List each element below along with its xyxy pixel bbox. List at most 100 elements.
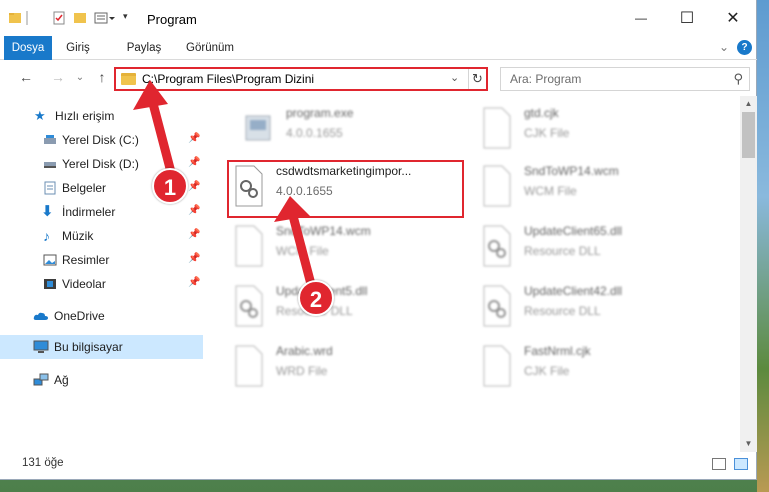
documents-icon [43,181,57,195]
file-explorer-window: ▾ Program — ☐ ✕ Dosya Giriş Paylaş Görün… [0,0,757,480]
sidebar-item-label: OneDrive [54,309,105,323]
expand-ribbon-icon[interactable]: ⌄ [719,40,729,54]
divider-icon [26,11,28,25]
file-name: FastNrml.cjk [524,344,591,358]
pictures-icon [43,253,57,267]
file-name: program.exe [286,106,354,120]
scroll-down-icon[interactable]: ▼ [740,436,757,452]
file-list: program.exe 4.0.0.1655 gtd.cjk CJK File … [210,96,740,446]
navigation-bar: ← → ⌄ ↑ C:\Program Files\Program Dizini … [0,62,757,94]
sidebar-item-label: Müzik [62,229,94,243]
sidebar-item-quick-access[interactable]: ★ Hızlı erişim [0,104,203,128]
customize-toolbar-icon[interactable] [94,11,115,25]
refresh-icon[interactable]: ↻ [468,69,486,89]
close-button[interactable]: ✕ [710,0,756,36]
computer-icon [33,340,49,354]
cloud-icon [33,309,48,323]
step2-badge: 2 [298,280,334,316]
item-count: 131 öğe [22,457,64,469]
tab-gorunum[interactable]: Görünüm [182,36,238,60]
search-placeholder: Ara: Program [510,72,582,86]
scroll-thumb[interactable] [742,112,755,158]
minimize-button[interactable]: — [618,0,664,36]
window-title: Program [147,12,197,27]
search-input[interactable]: Ara: Program ⚲ [500,67,750,91]
sidebar-item-label: Yerel Disk (D:) [62,157,139,171]
sidebar-item-label: Belgeler [62,181,107,195]
large-icons-view-icon[interactable] [734,458,748,470]
music-icon: ♪ [43,228,50,244]
properties-icon[interactable] [52,11,66,25]
ribbon-tabs: Dosya Giriş Paylaş Görünüm ⌄ [0,36,757,60]
sidebar-item-label: İndirmeler [62,205,116,219]
file-type: WCM File [276,244,329,258]
file-item[interactable]: SndToWP14.wcm WCM File [210,218,440,274]
sidebar-item-this-pc[interactable]: Bu bilgisayar [0,335,203,359]
sidebar-item-network[interactable]: Ağ [0,368,203,392]
file-item[interactable]: SndToWP14.wcm WCM File [458,158,688,214]
new-folder-icon[interactable] [73,11,87,25]
settings-file-icon [480,284,514,328]
tab-dosya[interactable]: Dosya [4,36,52,60]
navigation-pane: ★ Hızlı erişim Yerel Disk (C:) 📌 Yerel D… [0,96,203,446]
back-arrow-icon[interactable]: ← [16,67,36,87]
exe-file-icon [242,106,276,150]
document-icon [232,224,266,268]
file-name: gtd.cjk [524,106,559,120]
search-icon: ⚲ [733,71,743,86]
sidebar-item-music[interactable]: ♪ Müzik 📌 [0,224,203,248]
star-icon: ★ [34,108,46,123]
file-item[interactable]: UpdateClient65.dll Resource DLL [458,218,688,274]
tab-paylas[interactable]: Paylaş [120,36,168,60]
file-item[interactable]: program.exe 4.0.0.1655 [220,100,450,156]
videos-icon [43,277,57,291]
file-type: Resource DLL [524,304,601,318]
sidebar-item-onedrive[interactable]: OneDrive [0,304,203,328]
tab-giris[interactable]: Giriş [60,36,96,60]
help-icon[interactable]: ? [737,40,752,55]
title-bar: ▾ Program — ☐ ✕ [0,0,757,36]
folder-icon [121,73,136,85]
vertical-scrollbar[interactable]: ▲ ▼ [740,96,757,452]
settings-file-icon [232,284,266,328]
pin-icon: 📌 [188,157,201,168]
file-item[interactable]: FastNrml.cjk CJK File [458,338,688,394]
recent-locations-icon[interactable]: ⌄ [70,67,90,87]
pin-icon: 📌 [188,277,201,288]
up-arrow-icon[interactable]: ↑ [92,67,112,87]
file-type: CJK File [524,126,570,140]
settings-file-icon [480,224,514,268]
drive-icon [43,133,57,147]
file-item[interactable]: UpdateClient42.dll Resource DLL [458,278,688,334]
sidebar-item-label: Yerel Disk (C:) [62,133,139,147]
file-name: SndToWP14.wcm [276,224,371,238]
network-icon [33,373,49,387]
drive-icon [43,157,57,171]
address-bar[interactable]: C:\Program Files\Program Dizini ⌄ ↻ [114,67,488,91]
address-path: C:\Program Files\Program Dizini [142,72,315,86]
forward-arrow-icon[interactable]: → [48,67,68,87]
folder-icon [8,11,22,25]
maximize-button[interactable]: ☐ [664,0,710,36]
document-icon [480,344,514,388]
file-type: 4.0.0.1655 [286,126,343,140]
sidebar-item-pictures[interactable]: Resimler 📌 [0,248,203,272]
file-item[interactable]: Arabic.wrd WRD File [210,338,440,394]
pin-icon: 📌 [188,133,201,144]
download-icon: ⬇ [41,203,54,220]
address-dropdown-icon[interactable]: ⌄ [450,71,459,84]
desktop-background [757,0,769,492]
file-item[interactable]: gtd.cjk CJK File [458,100,688,156]
file-name: UpdateClient65.dll [524,224,623,238]
sidebar-item-videos[interactable]: Videolar 📌 [0,272,203,296]
quick-access-dropdown-icon[interactable]: ▾ [123,11,137,25]
details-view-icon[interactable] [712,458,726,470]
sidebar-item-label: Ağ [54,373,69,387]
scroll-up-icon[interactable]: ▲ [740,96,757,112]
pin-icon: 📌 [188,253,201,264]
sidebar-item-local-disk-c[interactable]: Yerel Disk (C:) 📌 [0,128,203,152]
sidebar-item-label: Hızlı erişim [55,109,115,123]
sidebar-item-label: Videolar [62,277,106,291]
file-type: Resource DLL [524,244,601,258]
step1-badge: 1 [152,168,188,204]
